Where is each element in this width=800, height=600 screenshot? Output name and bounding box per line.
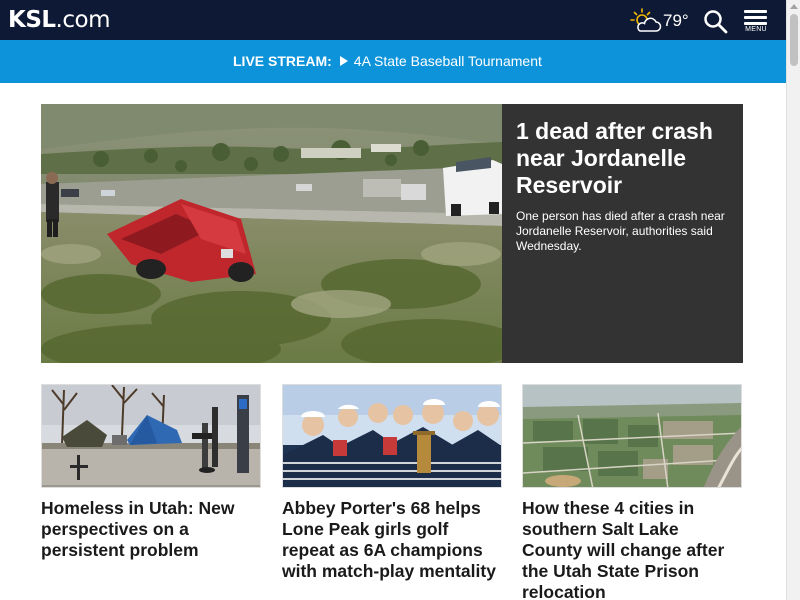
site-header: KSL.com 79° MENU xyxy=(0,0,786,40)
search-icon xyxy=(704,10,728,34)
story-title[interactable]: How these 4 cities in southern Salt Lake… xyxy=(522,498,743,600)
ksl-logo[interactable]: KSL.com xyxy=(8,6,110,34)
story-image[interactable] xyxy=(41,384,261,488)
hero-description: One person has died after a crash near J… xyxy=(516,209,725,253)
scroll-up-icon[interactable] xyxy=(790,4,798,9)
story-title[interactable]: Homeless in Utah: New perspectives on a … xyxy=(41,498,262,561)
logo-suffix: .com xyxy=(55,7,111,33)
story-image[interactable] xyxy=(522,384,742,488)
story-card[interactable]: How these 4 cities in southern Salt Lake… xyxy=(522,384,743,600)
hero-story[interactable]: 1 dead after crash near Jordanelle Reser… xyxy=(41,104,743,363)
vertical-scrollbar[interactable] xyxy=(786,0,800,600)
scroll-thumb[interactable] xyxy=(790,14,798,66)
menu-label: MENU xyxy=(745,26,767,33)
logo-main: KSL xyxy=(8,7,56,33)
partly-cloudy-icon xyxy=(630,8,662,32)
live-stream-link[interactable]: LIVE STREAM: 4A State Baseball Tournament xyxy=(233,53,542,71)
menu-icon xyxy=(744,10,767,13)
story-image[interactable] xyxy=(282,384,502,488)
hero-text-panel: 1 dead after crash near Jordanelle Reser… xyxy=(502,104,743,363)
menu-icon-bar xyxy=(744,16,767,19)
temperature-readout: 79° xyxy=(663,11,689,30)
hero-image[interactable] xyxy=(41,104,502,363)
weather-widget[interactable]: 79° xyxy=(630,8,690,34)
menu-button[interactable]: MENU xyxy=(742,10,770,36)
golf-team-image xyxy=(283,385,501,487)
menu-icon-bar xyxy=(744,22,767,25)
hero-headline[interactable]: 1 dead after crash near Jordanelle Reser… xyxy=(516,118,731,199)
live-stream-banner: LIVE STREAM: 4A State Baseball Tournament xyxy=(0,40,786,83)
homeless-camp-image xyxy=(42,385,260,487)
story-card[interactable]: Abbey Porter's 68 helps Lone Peak girls … xyxy=(282,384,503,582)
story-card[interactable]: Homeless in Utah: New perspectives on a … xyxy=(41,384,262,561)
story-title[interactable]: Abbey Porter's 68 helps Lone Peak girls … xyxy=(282,498,503,582)
play-icon xyxy=(339,56,348,66)
aerial-city-image xyxy=(523,385,741,487)
live-stream-title[interactable]: 4A State Baseball Tournament xyxy=(354,53,542,69)
crash-scene-image xyxy=(41,104,502,363)
live-stream-label: LIVE STREAM: xyxy=(233,53,332,69)
search-button[interactable] xyxy=(703,9,729,35)
